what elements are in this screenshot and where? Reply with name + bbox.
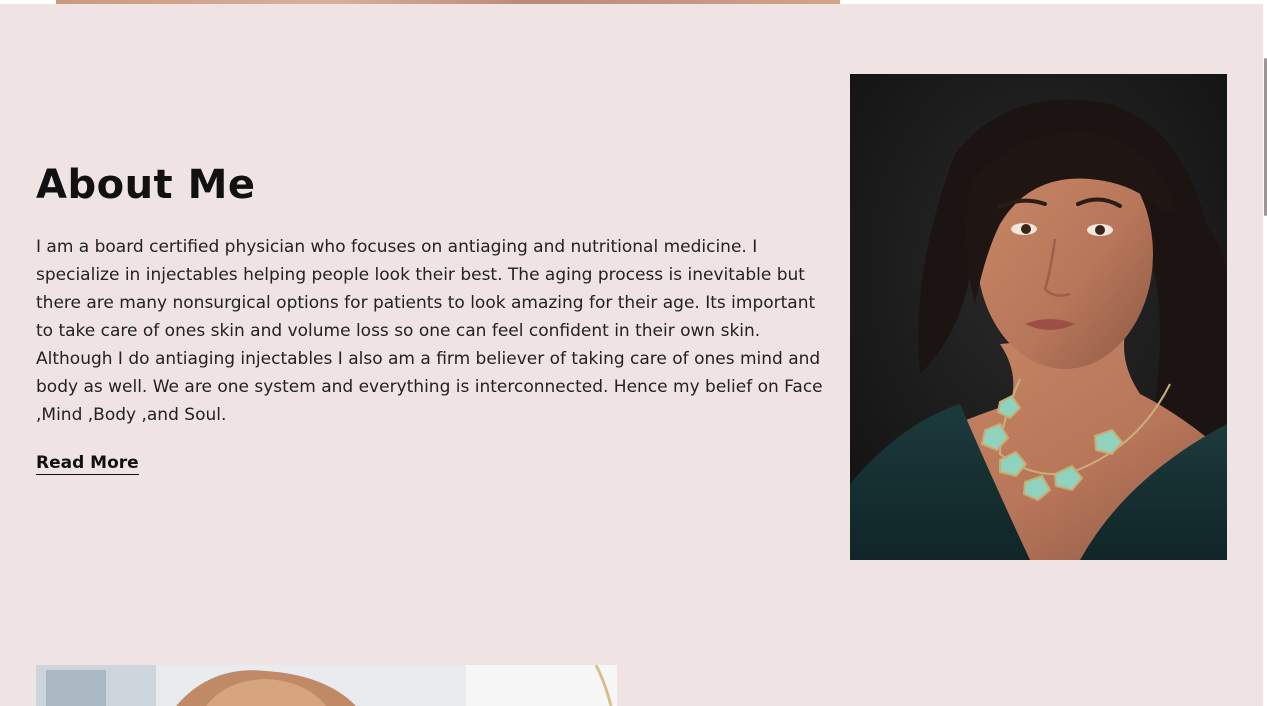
next-section-image bbox=[36, 665, 617, 706]
read-more-link[interactable]: Read More bbox=[36, 452, 139, 475]
top-gutter bbox=[0, 0, 1267, 4]
previous-section-image bbox=[56, 0, 840, 4]
page-scrollbar[interactable] bbox=[1263, 0, 1267, 706]
doctor-portrait-photo bbox=[850, 74, 1227, 560]
about-title: About Me bbox=[36, 162, 256, 208]
about-description: I am a board certified physician who foc… bbox=[36, 237, 823, 425]
